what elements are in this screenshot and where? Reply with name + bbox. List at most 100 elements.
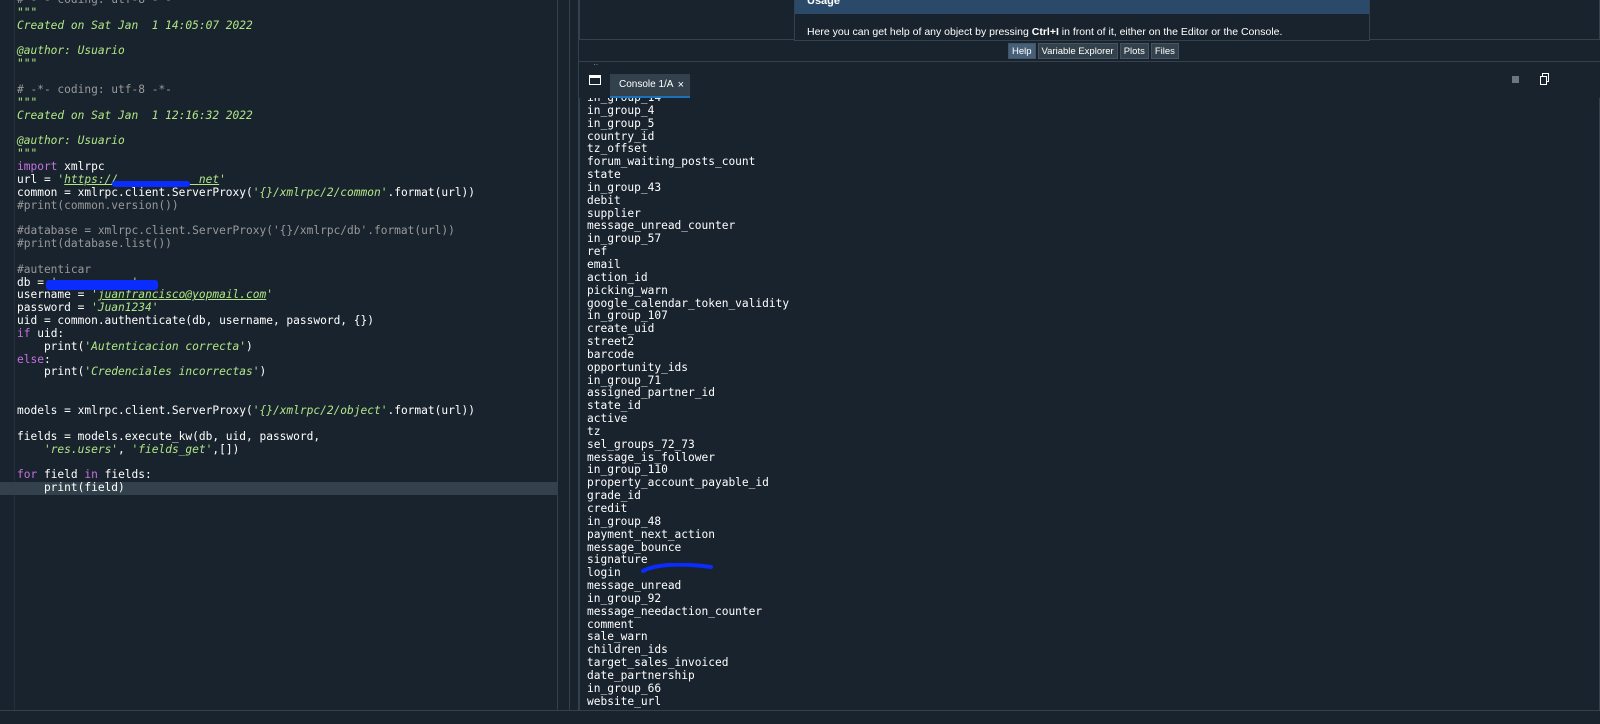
browse-tabs-icon[interactable] — [589, 75, 601, 85]
code-line[interactable]: Created on Sat Jan 1 14:05:07 2022 — [0, 18, 557, 33]
code-token: ' — [266, 288, 273, 302]
code-token: print( — [17, 339, 85, 353]
pane-divider[interactable] — [579, 61, 1600, 62]
code-token: models = xmlrpc.client.ServerProxy( — [17, 404, 253, 417]
code-line[interactable]: Created on Sat Jan 1 12:16:32 2022 — [0, 109, 557, 123]
code-token: '{}/xmlrpc/2/object' — [252, 404, 388, 417]
code-token: """ — [17, 147, 38, 161]
pane-splitter[interactable] — [557, 0, 579, 710]
tab-files[interactable]: Files — [1150, 43, 1179, 59]
console-output: in_group_14in_group_4in_group_5country_i… — [587, 98, 789, 709]
code-token: #print(common.version()) — [17, 198, 179, 212]
code-token: 'Autenticacion correcta' — [84, 339, 247, 353]
code-token: Created on Sat Jan 1 14:05:07 2022 — [17, 18, 253, 32]
help-tabs: Help Variable Explorer Plots Files — [1008, 43, 1179, 59]
code-token: # -*- coding: utf-8 -*- — [17, 82, 172, 96]
code-token: uid: — [30, 326, 65, 340]
code-token: @author: Usuario — [17, 134, 125, 148]
redaction-scribble-url — [112, 181, 190, 187]
code-token: in — [84, 468, 98, 482]
code-line[interactable]: uid = common.authenticate(db, username, … — [0, 314, 557, 328]
code-line[interactable]: 'res.users', 'fields_get',[]) — [0, 442, 557, 457]
code-line[interactable]: #print(common.version()) — [0, 198, 557, 213]
tab-plots[interactable]: Plots — [1119, 43, 1149, 59]
console-output-line: credit — [587, 502, 628, 515]
code-token: ' — [219, 172, 226, 186]
annotation-scribble — [641, 563, 713, 573]
code-token: .format(url)) — [387, 404, 476, 417]
tab-console[interactable]: Console 1/A × — [610, 74, 690, 98]
code-token: , — [118, 442, 132, 456]
usage-box: Usage Here you can get help of any objec… — [794, 0, 1370, 41]
code-line[interactable]: models = xmlrpc.client.ServerProxy('{}/x… — [0, 404, 557, 418]
code-token: """ — [17, 57, 38, 71]
code-line[interactable]: # -*- coding: utf-8 -*- — [0, 82, 557, 97]
tab-help[interactable]: Help — [1008, 43, 1036, 59]
code-token: 'Credenciales incorrectas' — [84, 365, 260, 379]
code-token: url = — [17, 172, 58, 186]
code-line[interactable]: @author: Usuario — [0, 134, 557, 148]
code-token: ) — [259, 365, 267, 379]
console-output-line: active — [587, 412, 628, 426]
console-tab-label: Console 1/A — [619, 79, 674, 90]
code-token: ' — [91, 288, 98, 302]
code-line[interactable] — [0, 379, 557, 392]
console-output-line: tz — [587, 424, 601, 438]
code-token: @author: Usuario — [17, 44, 125, 58]
console-output-line: debit — [587, 193, 621, 207]
code-line[interactable]: print('Autenticacion correcta') — [0, 339, 557, 354]
stop-kernel-icon[interactable] — [1512, 76, 1519, 83]
tab-variable-explorer[interactable]: Variable Explorer — [1037, 43, 1118, 59]
code-token: .format(url)) — [387, 185, 476, 199]
code-token: # -*- coding: utf-8 -*- — [17, 0, 172, 6]
console-output-line: in_group_57 — [587, 232, 662, 246]
code-line[interactable]: print('Credenciales incorrectas') — [0, 366, 557, 379]
code-token: https:// — [64, 172, 119, 186]
console-output-line: website_url — [587, 694, 662, 708]
console-toolbar: Console 1/A × — [579, 68, 1600, 98]
code-token: password = — [17, 301, 92, 315]
console-output-line: in_group_4 — [587, 103, 655, 117]
code-token: ) — [246, 339, 253, 353]
code-token: print(field) — [17, 481, 125, 495]
code-token: fields: — [97, 468, 152, 482]
code-line[interactable]: """ — [0, 57, 557, 71]
code-editor[interactable]: # -*- coding: utf-8 -*-"""Created on Sat… — [0, 0, 557, 710]
console-output-line: in_group_43 — [587, 180, 662, 194]
code-token: """ — [17, 5, 38, 19]
console-output-line: street2 — [587, 335, 635, 349]
code-token: net — [198, 172, 220, 186]
console-output-line: sel_groups_72_73 — [587, 437, 695, 451]
code-line[interactable]: #print(database.list()) — [0, 237, 557, 251]
code-token: common = xmlrpc.client.ServerProxy( — [17, 185, 253, 199]
code-line[interactable]: @author: Usuario — [0, 44, 557, 58]
close-tab-icon[interactable]: × — [678, 74, 684, 96]
code-token: for — [17, 468, 38, 482]
code-token: print( — [17, 365, 85, 379]
console-output-line: date_partnership — [587, 668, 695, 682]
code-line[interactable]: # -*- coding: utf-8 -*- — [0, 0, 557, 7]
console-output-line: message_needaction_counter — [587, 604, 763, 618]
code-token: #database = xmlrpc.client.ServerProxy('{… — [17, 224, 455, 238]
code-token: uid = common.authenticate(db, username, … — [17, 314, 374, 328]
ipython-console[interactable]: in_group_14in_group_4in_group_5country_i… — [579, 98, 1600, 710]
code-token: 'fields_get' — [131, 442, 213, 456]
right-panes: Usage Here you can get help of any objec… — [579, 0, 1600, 723]
console-output-line: message_unread — [587, 579, 682, 593]
code-token: import — [17, 159, 58, 173]
code-token: xmlrpc — [57, 159, 105, 173]
console-output-line: state — [587, 168, 621, 182]
console-output-line: in_group_92 — [587, 591, 662, 605]
code-area[interactable]: # -*- coding: utf-8 -*-"""Created on Sat… — [0, 0, 557, 495]
redaction-scribble-db — [46, 280, 158, 290]
code-line[interactable]: print(field) — [0, 481, 557, 495]
code-token: #print(database.list()) — [17, 237, 172, 251]
console-output-line: in_group_66 — [587, 681, 662, 695]
console-output-line: opportunity_ids — [587, 360, 689, 374]
code-token: username = — [17, 288, 92, 302]
console-options-icon[interactable] — [1540, 73, 1550, 85]
code-token: ,[]) — [212, 442, 240, 456]
code-token: 'Juan1234' — [91, 301, 159, 315]
console-output-line: action_id — [587, 270, 648, 284]
code-token: else — [17, 352, 44, 366]
